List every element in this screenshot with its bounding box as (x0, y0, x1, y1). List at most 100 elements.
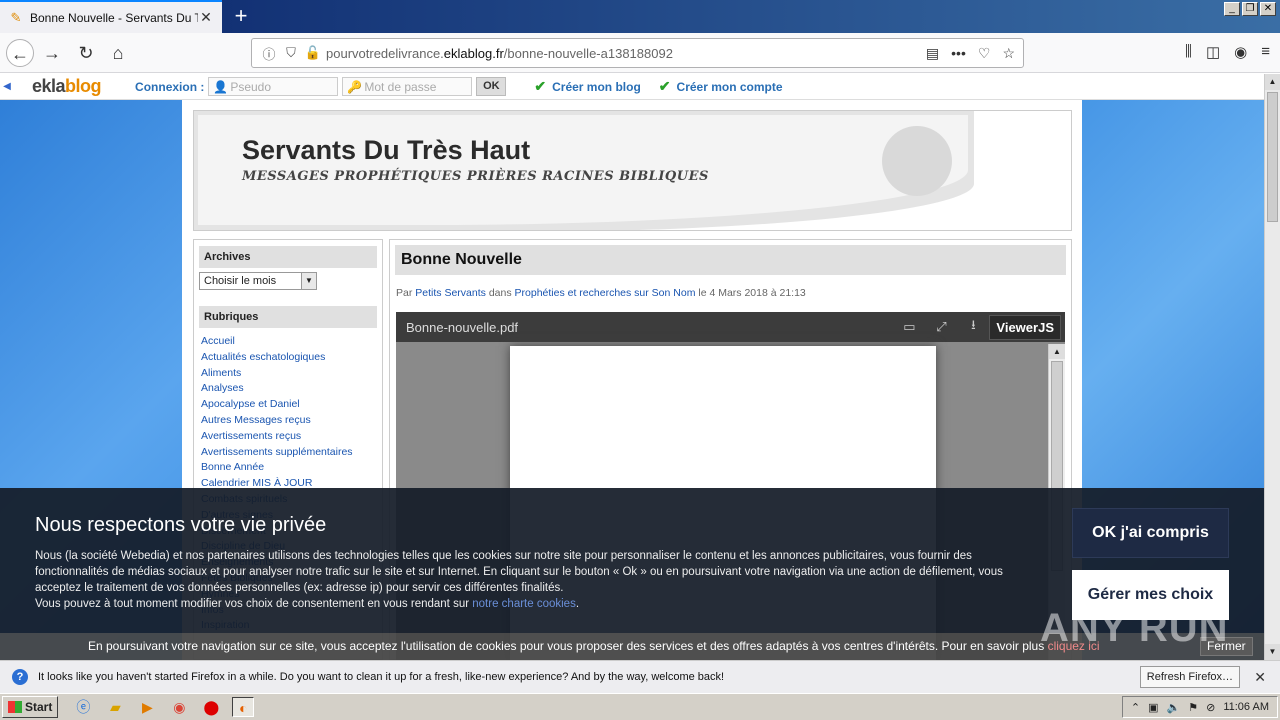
windows-flag-icon (8, 701, 22, 713)
sidebar-category-link[interactable]: Aliments (199, 366, 377, 382)
menu-icon[interactable]: ≡ (1261, 43, 1270, 61)
sidebar-category-link[interactable]: Analyses (199, 381, 377, 397)
url-subdomain: pourvotredelivrance. (326, 45, 444, 61)
security-tray-icon[interactable]: ⊘ (1206, 701, 1215, 714)
pencil-favicon-icon: ✎ (10, 9, 22, 25)
info-icon[interactable]: ⓘ (260, 44, 278, 63)
firefox-notification-bar: ? It looks like you haven't started Fire… (0, 660, 1280, 693)
sidebar-category-link[interactable]: Bonne Année (199, 460, 377, 476)
opera-icon[interactable]: ⬤ (200, 697, 222, 717)
minimize-icon[interactable]: _ (1224, 2, 1240, 16)
pdf-filename: Bonne-nouvelle.pdf (406, 319, 519, 335)
address-bar[interactable]: ⓘ ⛉ 🔓 pourvotredelivrance.eklablog.fr/bo… (251, 38, 1024, 68)
insecure-lock-icon[interactable]: 🔓 (304, 45, 322, 61)
tracking-shield-icon[interactable]: ⛉ (282, 45, 300, 61)
navigation-toolbar: ← → ↻ ⌂ ⓘ ⛉ 🔓 pourvotredelivrance.eklabl… (0, 33, 1280, 73)
key-icon: 🔑 (347, 79, 363, 94)
sidebar-category-link[interactable]: Avertissements reçus (199, 429, 377, 445)
viewer-toolbar: Bonne-nouvelle.pdf ▭ ⤢ ⭳ ViewerJS (396, 312, 1065, 342)
create-account-link[interactable]: ✔ Créer mon compte (659, 78, 783, 95)
connexion-label: Connexion : (135, 79, 205, 94)
notification-close-icon[interactable]: ✕ (1254, 669, 1266, 686)
blog-banner: Servants Du Très Haut MESSAGES PROPHÉTIQ… (193, 110, 1072, 231)
forward-button[interactable]: → (38, 39, 66, 67)
new-tab-button[interactable]: + (228, 4, 254, 30)
author-link[interactable]: Petits Servants (415, 287, 486, 299)
network-icon[interactable]: ▣ (1148, 701, 1158, 714)
article-title: Bonne Nouvelle (395, 245, 1066, 275)
chrome-icon[interactable]: ◉ (168, 697, 190, 717)
start-label: Start (25, 700, 53, 714)
rubriques-heading: Rubriques (199, 306, 377, 328)
flag-tray-icon[interactable]: ⚑ (1188, 701, 1198, 714)
category-link[interactable]: Prophéties et recherches sur Son Nom (515, 287, 696, 299)
page-scroll-down-icon[interactable]: ▼ (1265, 644, 1280, 660)
pseudo-input[interactable]: 👤 Pseudo (208, 77, 339, 96)
create-account-label: Créer mon compte (676, 79, 783, 94)
logo-part-a: ekla (32, 76, 66, 96)
login-ok-button[interactable]: OK (476, 77, 507, 96)
start-button[interactable]: Start (2, 696, 59, 718)
sidebar-category-link[interactable]: Avertissements supplémentaires (199, 445, 377, 461)
folder-icon[interactable]: ▰ (104, 697, 126, 717)
home-button[interactable]: ⌂ (104, 39, 132, 67)
eklablog-logo[interactable]: eklablog (32, 76, 102, 97)
notification-text: It looks like you haven't started Firefo… (38, 671, 725, 683)
refresh-firefox-button[interactable]: Refresh Firefox… (1139, 666, 1240, 688)
cookie-charter-link[interactable]: notre charte cookies (472, 598, 576, 610)
window-controls: _ ❐ ✕ (1224, 2, 1276, 16)
clock: 11:06 AM (1223, 701, 1269, 713)
anyrun-watermark: ANY RUN (1040, 606, 1229, 650)
logo-part-b: blog (65, 76, 102, 96)
page-scroll-up-icon[interactable]: ▲ (1265, 74, 1280, 90)
account-icon[interactable]: ◉ (1234, 43, 1247, 61)
accept-cookies-button[interactable]: OK j'ai compris (1072, 508, 1229, 558)
download-icon[interactable]: ⭳ (957, 316, 989, 338)
back-button[interactable]: ← (6, 39, 34, 67)
tab-title: Bonne Nouvelle - Servants Du Très (30, 10, 198, 25)
url-text[interactable]: pourvotredelivrance.eklablog.fr/bonne-no… (326, 46, 926, 61)
fullscreen-icon[interactable]: ⤢ (925, 319, 957, 335)
firefox-taskbar-icon[interactable]: ◐ (232, 697, 255, 717)
user-icon: 👤 (213, 79, 229, 94)
media-player-icon[interactable]: ▶ (136, 697, 158, 717)
dropdown-arrow-icon[interactable]: ▼ (301, 273, 316, 289)
internet-explorer-icon[interactable]: ⓔ (72, 697, 94, 717)
tab-close-icon[interactable]: ✕ (198, 9, 214, 26)
cookie-paragraph: Nous (la société Webedia) et nos partena… (35, 550, 1003, 594)
presentation-icon[interactable]: ▭ (893, 319, 925, 335)
sidebar-icon[interactable]: ◫ (1206, 43, 1220, 61)
restore-icon[interactable]: ❐ (1242, 2, 1258, 16)
meta-par: Par (396, 287, 413, 299)
reload-button[interactable]: ↻ (72, 39, 100, 67)
tab-active[interactable]: ✎ Bonne Nouvelle - Servants Du Très ✕ (0, 0, 222, 33)
volume-icon[interactable]: 🔈 (1167, 701, 1181, 714)
password-input[interactable]: 🔑 Mot de passe (342, 77, 473, 96)
pocket-icon[interactable]: ♡ (978, 45, 991, 62)
sidebar-category-link[interactable]: Accueil (199, 334, 377, 350)
reader-view-icon[interactable]: ▤ (926, 45, 939, 62)
bookmark-star-icon[interactable]: ☆ (1002, 45, 1015, 62)
month-select[interactable]: Choisir le mois ▼ (199, 272, 317, 290)
page-scrollbar[interactable]: ▲ ▼ (1264, 74, 1280, 660)
sidebar-category-link[interactable]: Autres Messages reçus (199, 413, 377, 429)
library-icon[interactable]: ⫼ (1185, 43, 1192, 61)
tray-expand-icon[interactable]: ⌃ (1131, 701, 1140, 714)
check-icon: ✔ (534, 78, 547, 94)
sidebar-category-link[interactable]: Apocalypse et Daniel (199, 397, 377, 413)
cookie-info-message: En poursuivant votre navigation sur ce s… (88, 639, 1045, 653)
page-scroll-thumb[interactable] (1267, 92, 1278, 222)
pseudo-placeholder: Pseudo (230, 79, 272, 94)
create-blog-link[interactable]: ✔ Créer mon blog (534, 78, 640, 95)
close-window-icon[interactable]: ✕ (1260, 2, 1276, 16)
scroll-up-icon[interactable]: ▲ (1049, 344, 1065, 359)
create-blog-label: Créer mon blog (552, 79, 641, 94)
viewerjs-brand[interactable]: ViewerJS (989, 314, 1061, 340)
page-actions-icon[interactable]: ••• (951, 45, 966, 62)
sidebar-category-link[interactable]: Actualités eschatologiques (199, 350, 377, 366)
blog-title[interactable]: Servants Du Très Haut (242, 135, 530, 166)
collapse-arrow-icon[interactable]: ◀ (0, 81, 14, 92)
meta-date: le 4 Mars 2018 à 21:13 (698, 287, 806, 299)
cookie-title: Nous respectons votre vie privée (35, 514, 327, 536)
meta-dans: dans (488, 287, 512, 299)
